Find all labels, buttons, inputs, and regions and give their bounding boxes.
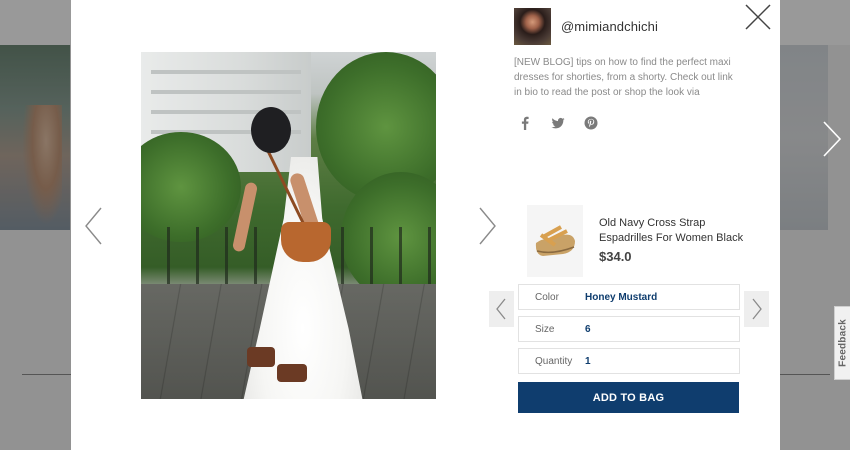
product-image[interactable]	[527, 205, 583, 277]
product-name[interactable]: Old Navy Cross Strap Espadrilles For Wom…	[599, 216, 749, 246]
next-product-arrow-icon[interactable]	[744, 291, 769, 327]
size-label: Size	[535, 323, 555, 335]
twitter-icon[interactable]	[551, 114, 565, 132]
size-selector[interactable]: Size 6	[518, 316, 740, 342]
post-handle[interactable]: @mimiandchichi	[561, 19, 658, 34]
photo-shoe	[277, 364, 307, 382]
add-to-bag-button[interactable]: ADD TO BAG	[518, 382, 739, 413]
quantity-label: Quantity	[535, 355, 573, 367]
color-label: Color	[535, 291, 559, 303]
color-selector[interactable]: Color Honey Mustard	[518, 284, 740, 310]
facebook-icon[interactable]	[518, 114, 532, 132]
feedback-tab[interactable]: Feedback	[834, 306, 850, 380]
close-icon[interactable]	[743, 2, 773, 32]
size-value[interactable]: 6	[585, 324, 591, 335]
post-caption: [NEW BLOG] tips on how to find the perfe…	[514, 57, 733, 98]
background-next-arrow-icon[interactable]	[820, 120, 844, 158]
post-photo	[141, 52, 436, 399]
prev-product-arrow-icon[interactable]	[489, 291, 514, 327]
photo-head	[251, 107, 291, 153]
color-value[interactable]: Honey Mustard	[585, 292, 657, 303]
feedback-label: Feedback	[837, 319, 848, 367]
photo-bag	[281, 222, 331, 262]
sandal-icon	[535, 225, 575, 256]
avatar[interactable]	[514, 8, 551, 45]
prev-photo-arrow-icon[interactable]	[83, 206, 105, 246]
next-photo-arrow-icon[interactable]	[476, 206, 498, 246]
photo-shoe	[247, 347, 275, 367]
quantity-value[interactable]: 1	[585, 356, 591, 367]
product-price: $34.0	[599, 249, 632, 264]
pinterest-icon[interactable]	[584, 114, 598, 132]
quantity-selector[interactable]: Quantity 1	[518, 348, 740, 374]
product-modal: @mimiandchichi [NEW BLOG] tips on how to…	[71, 0, 780, 450]
